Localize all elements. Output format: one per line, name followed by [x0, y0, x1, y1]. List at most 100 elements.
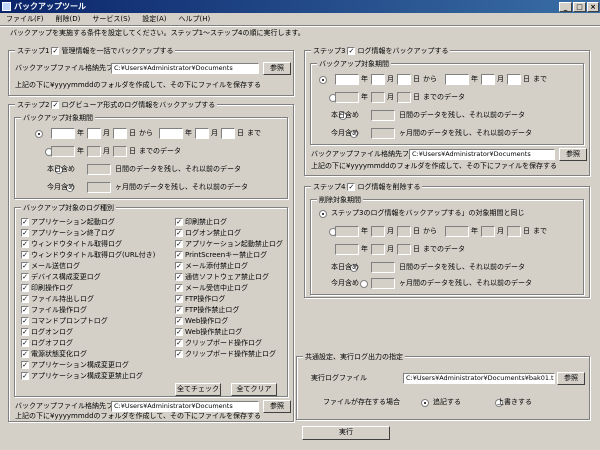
log-type-checkbox[interactable]: ✓ [21, 217, 29, 226]
step2-to-year[interactable] [159, 128, 183, 139]
step3-until-year[interactable] [335, 92, 359, 103]
step4-months-input[interactable] [371, 278, 395, 289]
log-type-checkbox[interactable]: ✓ [175, 338, 183, 347]
log-type-item[interactable]: ✓ 印刷操作ログ [21, 283, 73, 292]
log-type-checkbox[interactable]: ✓ [175, 239, 183, 248]
log-type-checkbox[interactable]: ✓ [21, 250, 29, 259]
step4-until-month[interactable] [371, 244, 385, 255]
step4-days-input[interactable] [371, 262, 395, 273]
menu-settings[interactable]: 設定(A) [142, 15, 166, 23]
step4-same-radio[interactable] [319, 210, 327, 218]
log-type-checkbox[interactable]: ✓ [21, 283, 29, 292]
log-type-checkbox[interactable]: ✓ [21, 349, 29, 358]
step2-to-day[interactable] [221, 128, 235, 139]
log-type-item[interactable]: ✓ 印刷禁止ログ [175, 217, 227, 226]
log-type-item[interactable]: ✓ アプリケーション構成変更禁止ログ [21, 371, 143, 380]
log-type-checkbox[interactable]: ✓ [175, 272, 183, 281]
step1-checkbox[interactable]: ✓ [51, 47, 60, 55]
step2-browse-button[interactable]: 参照 [263, 400, 291, 413]
log-type-checkbox[interactable]: ✓ [21, 360, 29, 369]
step1-folder-input[interactable]: C:¥Users¥Administrator¥Documents [111, 63, 259, 74]
log-type-checkbox[interactable]: ✓ [175, 261, 183, 270]
step3-days-input[interactable] [371, 110, 395, 121]
step2-checkbox[interactable]: ✓ [51, 101, 60, 109]
log-file-input[interactable]: C:¥Users¥Administrator¥Documents¥bak01.t… [403, 373, 555, 384]
step4-from-year[interactable] [335, 226, 359, 237]
log-type-item[interactable]: ✓ ログオン禁止ログ [175, 228, 241, 237]
log-type-item[interactable]: ✓ クリップボード操作ログ [175, 338, 262, 347]
step2-months-input[interactable] [87, 182, 111, 193]
step3-range-radio[interactable] [319, 76, 327, 84]
step2-to-month[interactable] [195, 128, 209, 139]
log-type-checkbox[interactable]: ✓ [175, 228, 183, 237]
step3-from-day[interactable] [397, 74, 411, 85]
log-type-item[interactable]: ✓ アプリケーション終了ログ [21, 228, 115, 237]
log-type-item[interactable]: ✓ ログオンログ [21, 327, 73, 336]
log-type-item[interactable]: ✓ アプリケーション構成変更ログ [21, 360, 129, 369]
log-browse-button[interactable]: 参照 [557, 372, 585, 385]
log-type-checkbox[interactable]: ✓ [175, 316, 183, 325]
step4-from-month[interactable] [371, 226, 385, 237]
step4-from-day[interactable] [397, 226, 411, 237]
log-type-item[interactable]: ✓ Web操作ログ [175, 316, 228, 325]
step3-months-input[interactable] [371, 128, 395, 139]
log-type-checkbox[interactable]: ✓ [21, 239, 29, 248]
step3-checkbox[interactable]: ✓ [347, 47, 356, 55]
step2-until-year[interactable] [51, 146, 75, 157]
check-all-button[interactable]: 全てチェック [175, 383, 221, 396]
log-type-item[interactable]: ✓ ファイル操作ログ [21, 305, 87, 314]
log-type-item[interactable]: ✓ ウィンドウタイトル取得ログ(URL付き) [21, 250, 155, 259]
step4-to-month[interactable] [481, 226, 495, 237]
step3-from-month[interactable] [371, 74, 385, 85]
log-type-item[interactable]: ✓ コマンドプロンプトログ [21, 316, 108, 325]
log-type-checkbox[interactable]: ✓ [21, 316, 29, 325]
log-type-checkbox[interactable]: ✓ [21, 327, 29, 336]
step2-from-month[interactable] [87, 128, 101, 139]
log-type-item[interactable]: ✓ クリップボード操作禁止ログ [175, 349, 276, 358]
log-type-item[interactable]: ✓ メール送信ログ [21, 261, 80, 270]
step1-browse-button[interactable]: 参照 [263, 62, 291, 75]
log-type-item[interactable]: ✓ アプリケーション起動禁止ログ [175, 239, 283, 248]
minimize-button[interactable]: _ [559, 2, 572, 12]
step3-browse-button[interactable]: 参照 [559, 148, 587, 161]
log-type-item[interactable]: ✓ メール添付禁止ログ [175, 261, 248, 270]
log-type-item[interactable]: ✓ デバイス構成変更ログ [21, 272, 101, 281]
log-type-checkbox[interactable]: ✓ [175, 283, 183, 292]
log-type-checkbox[interactable]: ✓ [175, 250, 183, 259]
log-type-checkbox[interactable]: ✓ [175, 349, 183, 358]
step3-folder-input[interactable]: C:¥Users¥Administrator¥Documents [409, 149, 555, 160]
run-button[interactable]: 実行 [302, 426, 390, 440]
log-type-item[interactable]: ✓ メール受信中止ログ [175, 283, 248, 292]
step3-to-year[interactable] [445, 74, 469, 85]
step2-range-radio[interactable] [35, 130, 43, 138]
step2-from-day[interactable] [113, 128, 127, 139]
step4-until-day[interactable] [397, 244, 411, 255]
step4-checkbox[interactable]: ✓ [347, 183, 356, 191]
log-type-checkbox[interactable]: ✓ [21, 294, 29, 303]
step3-until-month[interactable] [371, 92, 385, 103]
menu-delete[interactable]: 削除(D) [56, 15, 81, 23]
step3-to-day[interactable] [507, 74, 521, 85]
log-type-checkbox[interactable]: ✓ [21, 228, 29, 237]
step4-until-year[interactable] [335, 244, 359, 255]
log-type-checkbox[interactable]: ✓ [175, 305, 183, 314]
step2-until-month[interactable] [87, 146, 101, 157]
step2-from-year[interactable] [51, 128, 75, 139]
log-type-checkbox[interactable]: ✓ [21, 305, 29, 314]
step2-until-day[interactable] [113, 146, 127, 157]
log-type-item[interactable]: ✓ Web操作禁止ログ [175, 327, 242, 336]
log-type-item[interactable]: ✓ PrintScreenキー禁止ログ [175, 250, 267, 259]
log-type-item[interactable]: ✓ ログオフログ [21, 338, 73, 347]
step4-to-day[interactable] [507, 226, 521, 237]
log-type-checkbox[interactable]: ✓ [175, 327, 183, 336]
log-type-checkbox[interactable]: ✓ [175, 217, 183, 226]
log-type-item[interactable]: ✓ FTP操作ログ [175, 294, 225, 303]
clear-all-button[interactable]: 全てクリア [231, 383, 277, 396]
menu-file[interactable]: ファイル(F) [6, 15, 44, 23]
step4-month-radio[interactable] [359, 280, 368, 288]
log-type-item[interactable]: ✓ ファイル持出しログ [21, 294, 94, 303]
log-type-checkbox[interactable]: ✓ [21, 338, 29, 347]
step4-to-year[interactable] [445, 226, 469, 237]
log-type-checkbox[interactable]: ✓ [21, 272, 29, 281]
log-type-item[interactable]: ✓ FTP操作禁止ログ [175, 305, 239, 314]
